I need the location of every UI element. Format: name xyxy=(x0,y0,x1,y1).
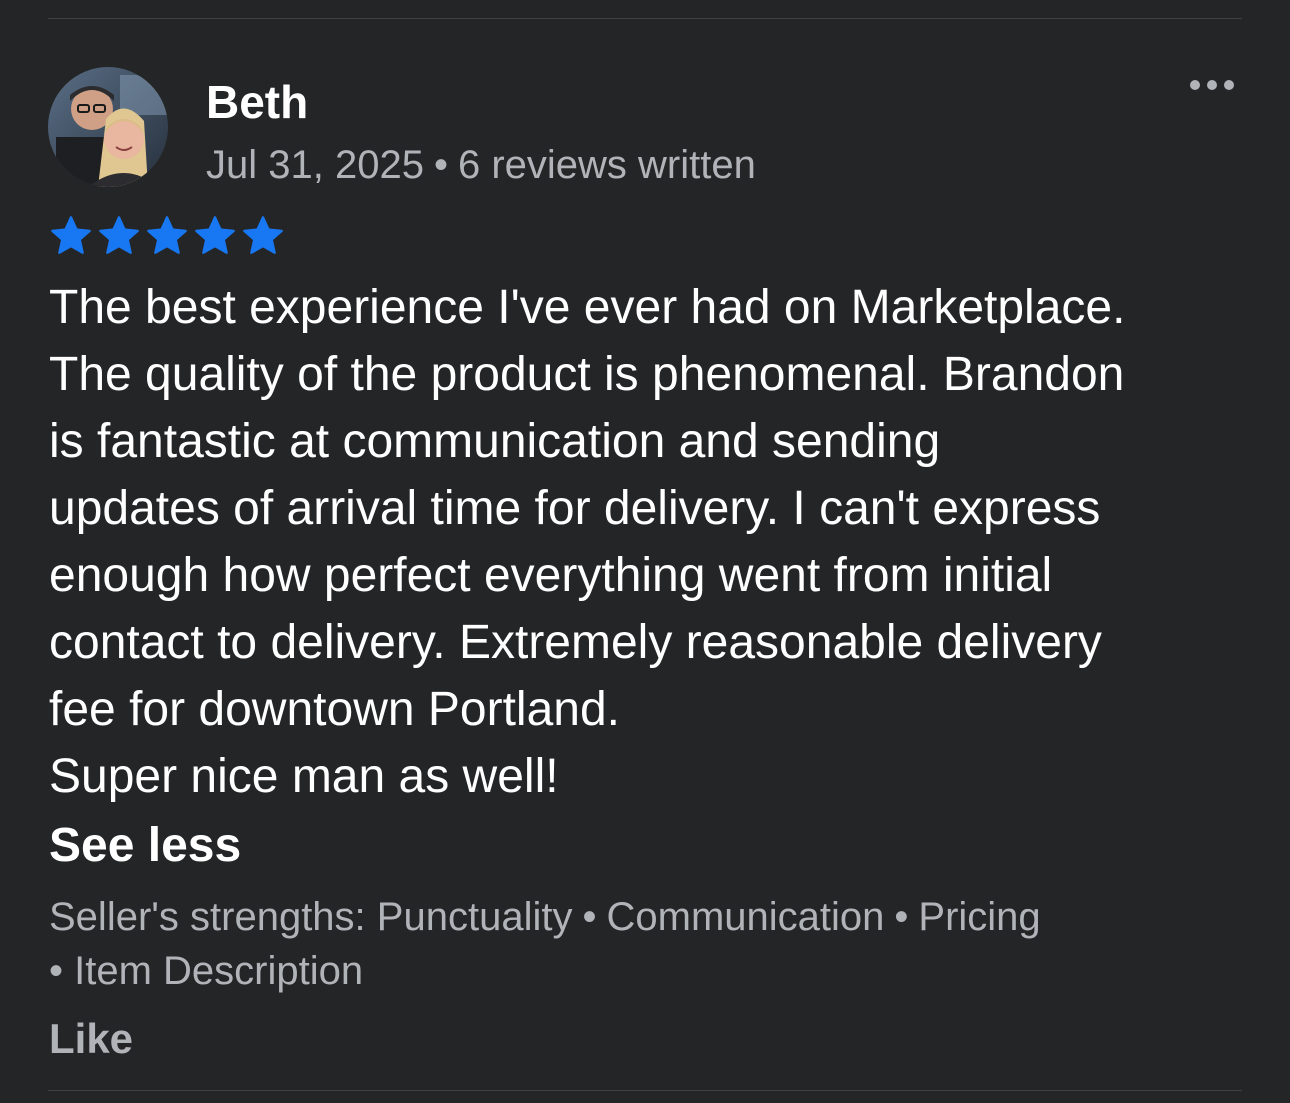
review-text-line: updates of arrival time for delivery. I … xyxy=(49,482,1101,535)
review-text-line: Super nice man as well! xyxy=(49,750,559,803)
see-less-button[interactable]: See less xyxy=(49,812,241,879)
avatar[interactable] xyxy=(48,67,168,187)
like-button[interactable]: Like xyxy=(49,1012,133,1066)
strength-separator: • xyxy=(894,895,909,939)
avatar-photo xyxy=(48,67,168,187)
review-text-line: contact to delivery. Extremely reasonabl… xyxy=(49,616,1102,669)
review-text-line: fee for downtown Portland. xyxy=(49,683,621,736)
reviews-written-count[interactable]: 6 reviews written xyxy=(458,143,756,187)
strength-item: Punctuality xyxy=(376,895,573,939)
review-text: The best experience I've ever had on Mar… xyxy=(49,274,1249,810)
star-icon xyxy=(99,216,139,254)
review-text-line: The best experience I've ever had on Mar… xyxy=(49,281,1126,334)
more-horizontal-icon xyxy=(1190,80,1234,90)
more-options-button[interactable] xyxy=(1180,68,1244,102)
top-divider xyxy=(48,18,1242,19)
star-icon xyxy=(147,216,187,254)
strength-item: Item Description xyxy=(74,949,364,993)
review-text-line: is fantastic at communication and sendin… xyxy=(49,415,941,468)
star-rating xyxy=(48,215,286,257)
review-text-line: The quality of the product is phenomenal… xyxy=(49,348,1125,401)
strength-item: Communication xyxy=(606,895,885,939)
review-text-line: enough how perfect everything went from … xyxy=(49,549,1053,602)
reviewer-name[interactable]: Beth xyxy=(206,74,308,130)
strength-item: Pricing xyxy=(918,895,1041,939)
meta-separator: • xyxy=(433,143,448,187)
star-icon xyxy=(243,216,283,254)
strength-separator: • xyxy=(49,949,64,993)
strengths-label: Seller's strengths: xyxy=(49,895,366,939)
review-meta: Jul 31, 2025 • 6 reviews written xyxy=(206,140,756,190)
star-icon xyxy=(51,216,91,254)
review-date: Jul 31, 2025 xyxy=(206,143,424,187)
strength-separator: • xyxy=(582,895,597,939)
star-icon xyxy=(195,216,235,254)
bottom-divider xyxy=(48,1090,1242,1091)
seller-strengths: Seller's strengths: Punctuality • Communic… xyxy=(49,890,1249,998)
